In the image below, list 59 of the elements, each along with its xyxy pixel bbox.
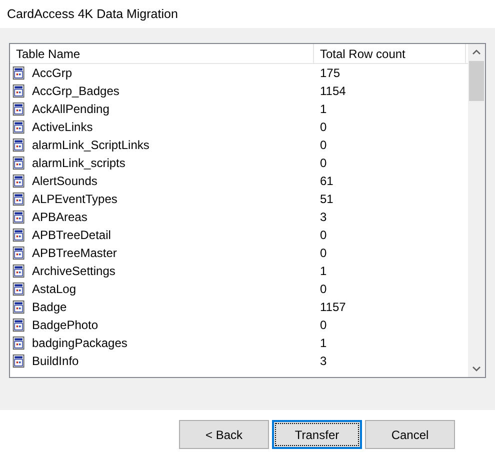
row-count-cell: 1 [320,264,327,278]
dialog-button[interactable]: < Back [179,420,269,449]
row-count-cell: 1154 [320,84,346,98]
table-icon [12,210,26,224]
table-icon [12,156,26,170]
row-count-cell: 0 [320,246,327,260]
table-name-cell: AlertSounds [32,174,98,188]
scrollbar-thumb[interactable] [469,61,484,101]
table-icon [12,84,26,98]
table-icon [12,192,26,206]
scrollbar[interactable] [468,44,485,377]
row-count-cell: 61 [320,174,334,188]
table-name-cell: alarmLink_scripts [32,156,126,170]
row-count-cell: 0 [320,120,327,134]
table-name-cell: ArchiveSettings [32,264,116,278]
table-name-cell: ALPEventTypes [32,192,118,206]
table-icon [12,138,26,152]
row-count-cell: 0 [320,282,327,296]
table-icon [12,354,26,368]
table-icon [12,66,26,80]
column-header[interactable]: Table Name [10,44,314,63]
table-icon [12,228,26,242]
table-icon [12,120,26,134]
row-count-cell: 51 [320,192,334,206]
table-name-cell: AccGrp_Badges [32,84,120,98]
row-count-cell: 1 [320,102,327,116]
row-count-cell: 0 [320,228,327,242]
column-header[interactable]: Total Row count [314,44,466,63]
row-count-cell: 1157 [320,300,346,314]
table-name-cell: APBTreeMaster [32,246,117,260]
table-name-cell: AccGrp [32,66,72,80]
row-count-cell: 0 [320,156,327,170]
table-name-cell: AstaLog [32,282,76,296]
table-name-cell: AckAllPending [32,102,110,116]
row-count-cell: 1 [320,336,327,350]
window-title: CardAccess 4K Data Migration [7,7,178,21]
row-count-cell: 3 [320,210,327,224]
table-name-cell: alarmLink_ScriptLinks [32,138,150,152]
table-icon [12,174,26,188]
table-icon [12,318,26,332]
table-icon [12,102,26,116]
row-count-cell: 0 [320,318,327,332]
table-icon [12,246,26,260]
table-icon [12,264,26,278]
table-name-cell: BadgePhoto [32,318,98,332]
table-icon [12,282,26,296]
table-icon [12,336,26,350]
table-name-cell: BuildInfo [32,354,79,368]
row-count-cell: 3 [320,354,327,368]
row-count-cell: 175 [320,66,340,80]
row-count-cell: 0 [320,138,327,152]
table-name-cell: APBTreeDetail [32,228,111,242]
table-name-cell: badgingPackages [32,336,128,350]
table-name-cell: ActiveLinks [32,120,93,134]
table-name-cell: APBAreas [32,210,88,224]
table-name-cell: Badge [32,300,67,314]
dialog-button[interactable]: Transfer [272,420,362,449]
table-icon [12,300,26,314]
dialog-button[interactable]: Cancel [365,420,455,449]
